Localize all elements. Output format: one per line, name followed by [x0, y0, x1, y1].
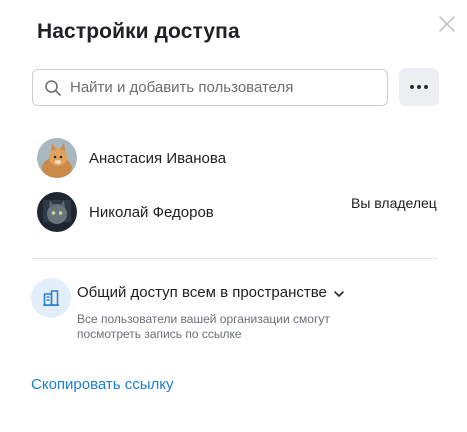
more-options-button[interactable] — [399, 68, 439, 106]
search-field[interactable] — [32, 69, 388, 106]
search-input[interactable] — [70, 79, 370, 96]
divider — [32, 258, 438, 259]
avatar — [37, 192, 77, 232]
access-level-dropdown[interactable]: Общий доступ всем в пространстве — [77, 284, 345, 301]
close-icon[interactable] — [436, 13, 458, 35]
owner-role-label: Вы владелец — [351, 195, 437, 211]
more-horizontal-icon — [410, 85, 428, 89]
search-icon — [44, 79, 62, 97]
building-icon — [31, 278, 71, 318]
user-name: Анастасия Иванова — [89, 149, 227, 167]
access-description: Все пользователи вашей организации смогу… — [77, 312, 330, 341]
user-name: Николай Федоров — [89, 203, 214, 221]
dialog-title: Настройки доступа — [37, 20, 240, 43]
copy-link-button[interactable]: Скопировать ссылку — [31, 376, 174, 393]
chevron-down-icon — [333, 287, 345, 299]
avatar — [37, 138, 77, 178]
user-row[interactable]: Анастасия Иванова — [37, 138, 457, 178]
access-level-label: Общий доступ всем в пространстве — [77, 284, 327, 301]
access-settings-dialog: Настройки доступа Найти и добавить польз… — [0, 0, 467, 432]
